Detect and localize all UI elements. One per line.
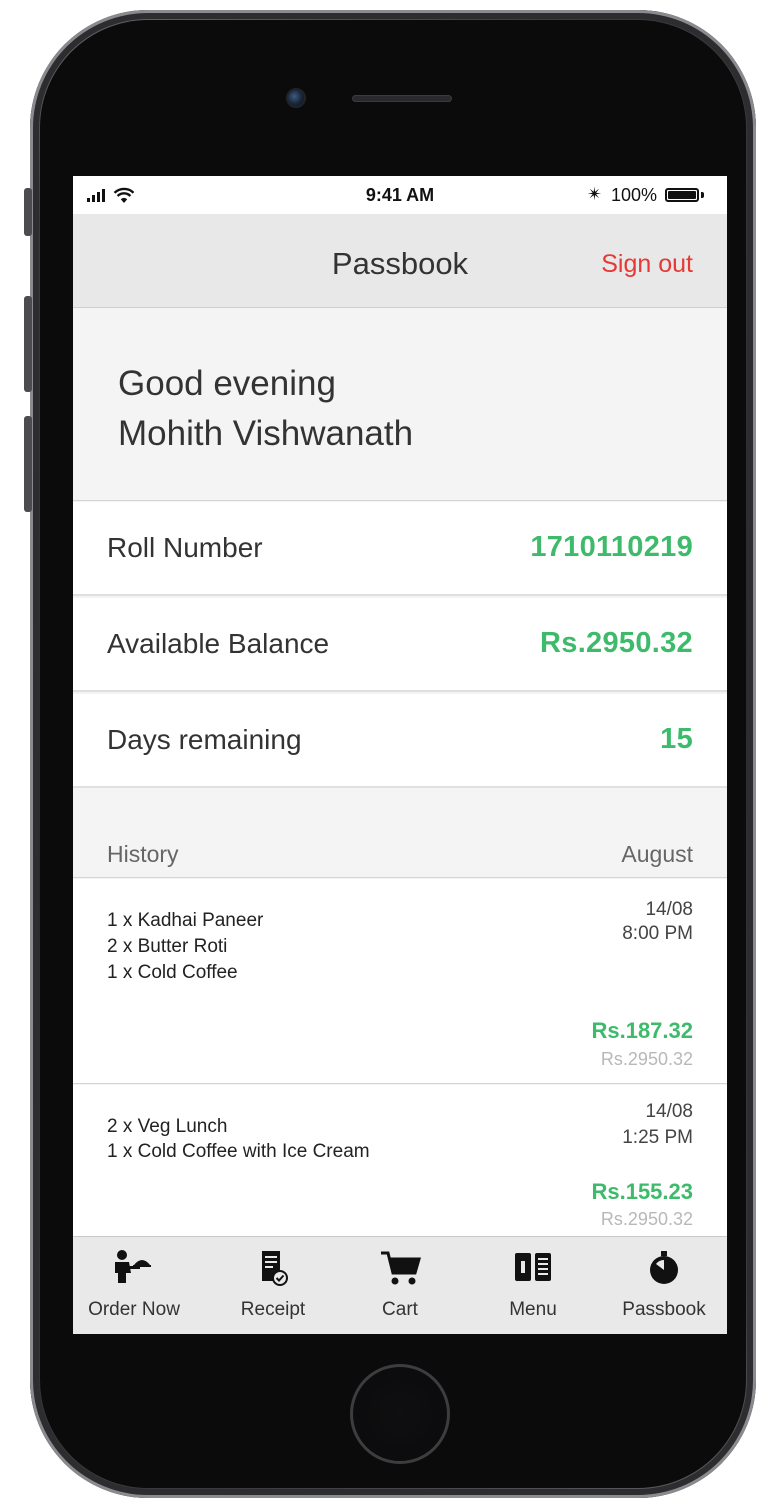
passbook-timer-icon [650,1251,678,1284]
transaction-line-item: 1 x Cold Coffee [107,962,238,983]
transaction-amount: Rs.155.23 [591,1179,693,1204]
roll-number-label: Roll Number [107,532,263,563]
transaction-item[interactable]: 1 x Kadhai Paneer 2 x Butter Roti 1 x Co… [73,879,727,1084]
transaction-time: 8:00 PM [622,923,693,944]
transaction-date: 14/08 [645,1101,693,1122]
tab-label: Cart [382,1299,418,1320]
roll-number-row: Roll Number 1710110219 [73,502,727,596]
tab-bar: Order Now Receipt Cart Menu Passbook [73,1236,727,1334]
tab-menu[interactable]: Menu [468,1237,598,1334]
tab-order-now[interactable]: Order Now [73,1237,199,1334]
available-balance-label: Available Balance [107,628,330,659]
transaction-line-item: 2 x Veg Lunch [107,1116,228,1137]
history-title: History [107,841,179,867]
status-bar: 9:41 AM ✴ 100% [73,176,727,214]
tab-label: Menu [509,1299,557,1320]
transaction-item[interactable]: 2 x Veg Lunch 1 x Cold Coffee with Ice C… [73,1085,727,1238]
greeting-salutation: Good evening [118,364,336,403]
transaction-balance: Rs.2950.32 [600,1049,693,1069]
navigation-bar: Passbook Sign out [73,214,727,308]
transaction-balance: Rs.2950.32 [600,1209,693,1229]
tab-receipt[interactable]: Receipt [208,1237,338,1334]
receipt-icon [262,1251,288,1286]
sign-out-button[interactable]: Sign out [601,250,693,279]
bluetooth-icon: ✴ [587,184,603,204]
cart-icon [381,1251,421,1285]
front-camera [286,88,306,108]
mute-switch [24,188,32,236]
tab-label: Receipt [240,1299,306,1320]
earpiece-speaker [352,95,452,102]
transaction-line-item: 1 x Cold Coffee with Ice Cream [107,1141,370,1162]
battery-tip [701,192,704,198]
menu-book-icon [515,1253,551,1281]
tab-passbook[interactable]: Passbook [599,1237,727,1334]
transaction-amount: Rs.187.32 [591,1018,693,1043]
available-balance-value: Rs.2950.32 [540,627,693,659]
tab-label: Passbook [622,1299,706,1320]
roll-number-value: 1710110219 [530,531,693,563]
greeting-user-name: Mohith Vishwanath [118,414,414,453]
home-button[interactable] [350,1364,450,1464]
days-remaining-label: Days remaining [107,724,302,755]
battery-icon [665,188,699,202]
transaction-line-item: 2 x Butter Roti [107,936,228,957]
tab-label: Order Now [88,1299,180,1320]
greeting-section: Good evening Mohith Vishwanath [73,309,727,501]
days-remaining-value: 15 [660,723,693,755]
tab-cart[interactable]: Cart [335,1237,465,1334]
volume-down-button [24,416,32,512]
waiter-icon [115,1250,151,1283]
available-balance-row: Available Balance Rs.2950.32 [73,598,727,692]
transaction-line-item: 1 x Kadhai Paneer [107,910,264,931]
days-remaining-row: Days remaining 15 [73,694,727,788]
history-month[interactable]: August [621,841,693,868]
history-header: History August [73,788,727,878]
volume-up-button [24,296,32,392]
transaction-time: 1:25 PM [622,1127,693,1148]
transaction-date: 14/08 [645,899,693,920]
battery-percentage: 100% [611,185,658,205]
screen: 9:41 AM ✴ 100% Passbook Sign out Good ev… [73,176,727,1334]
